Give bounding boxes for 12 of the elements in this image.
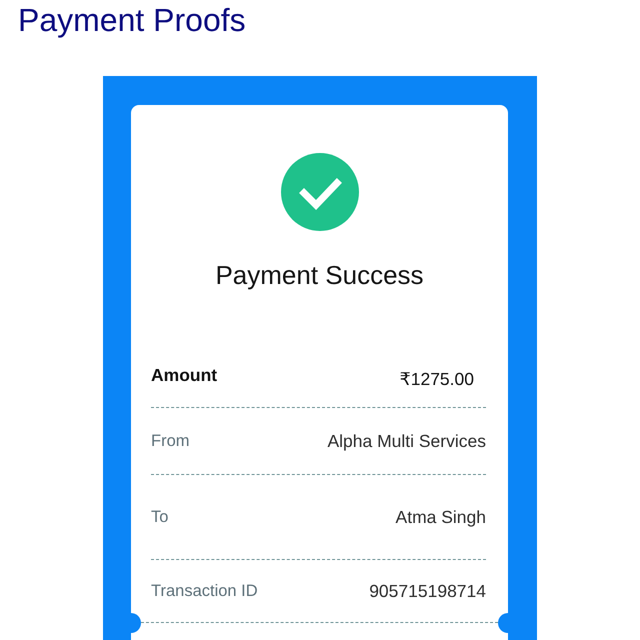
- status-heading: Payment Success: [215, 260, 424, 290]
- detail-value: Alpha Multi Services: [327, 430, 486, 452]
- detail-value: Atma Singh: [396, 506, 486, 528]
- amount-value: ₹1275.00: [400, 369, 475, 390]
- detail-label: Transaction ID: [151, 582, 258, 600]
- detail-value: 905715198714: [369, 580, 486, 602]
- detail-label: From: [151, 432, 190, 450]
- ticket-notch-icon: [498, 613, 508, 633]
- amount-label: Amount: [151, 365, 218, 386]
- ticket-notch-icon: [131, 613, 141, 633]
- detail-label: To: [151, 508, 168, 526]
- page-title: Payment Proofs: [18, 2, 246, 38]
